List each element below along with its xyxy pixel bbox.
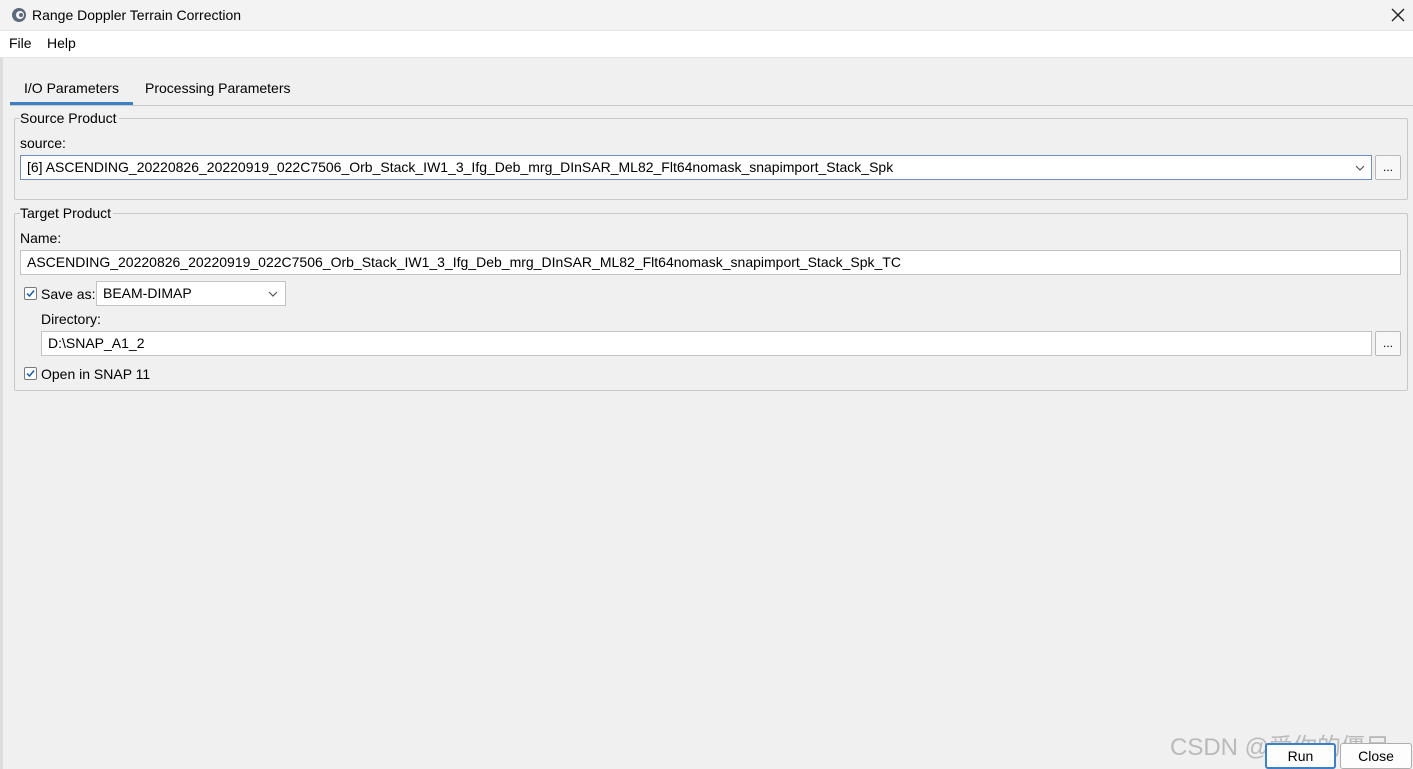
source-browse-button[interactable]: ... xyxy=(1375,155,1401,180)
save-as-label: Save as: xyxy=(41,286,96,302)
source-label: source: xyxy=(20,135,66,151)
name-label: Name: xyxy=(20,230,62,246)
target-name-field[interactable]: ASCENDING_20220826_20220919_022C7506_Orb… xyxy=(20,250,1401,275)
run-button[interactable]: Run xyxy=(1265,743,1336,769)
chevron-down-icon xyxy=(1355,165,1365,171)
menu-bar: File Help xyxy=(0,31,1413,58)
close-button[interactable]: Close xyxy=(1340,743,1412,769)
target-product-label: Target Product xyxy=(20,205,114,221)
open-in-snap-checkbox[interactable] xyxy=(24,367,37,380)
checkmark-icon xyxy=(26,370,35,378)
open-in-snap-label: Open in SNAP 11 xyxy=(41,366,151,382)
menu-file[interactable]: File xyxy=(9,35,32,51)
tab-separator xyxy=(10,105,1413,106)
tab-processing-parameters[interactable]: Processing Parameters xyxy=(145,80,291,104)
source-product-select[interactable]: [6] ASCENDING_20220826_20220919_022C7506… xyxy=(20,155,1372,180)
snap-logo-icon xyxy=(12,8,26,22)
checkmark-icon xyxy=(26,290,35,298)
chevron-down-icon xyxy=(268,291,278,297)
menu-help[interactable]: Help xyxy=(47,35,76,51)
directory-label: Directory: xyxy=(41,311,101,327)
save-format-value: BEAM-DIMAP xyxy=(103,285,192,301)
directory-browse-button[interactable]: ... xyxy=(1375,331,1401,356)
tab-io-parameters[interactable]: I/O Parameters xyxy=(10,80,133,104)
window-title: Range Doppler Terrain Correction xyxy=(32,7,242,23)
title-bar: Range Doppler Terrain Correction xyxy=(0,0,1413,31)
save-as-checkbox[interactable] xyxy=(24,287,37,300)
close-icon[interactable] xyxy=(1386,3,1410,27)
directory-field[interactable]: D:\SNAP_A1_2 xyxy=(41,331,1372,356)
window-edge xyxy=(0,58,3,769)
source-product-value: [6] ASCENDING_20220826_20220919_022C7506… xyxy=(27,159,894,175)
save-format-select[interactable]: BEAM-DIMAP xyxy=(96,281,286,306)
source-product-label: Source Product xyxy=(20,110,119,126)
